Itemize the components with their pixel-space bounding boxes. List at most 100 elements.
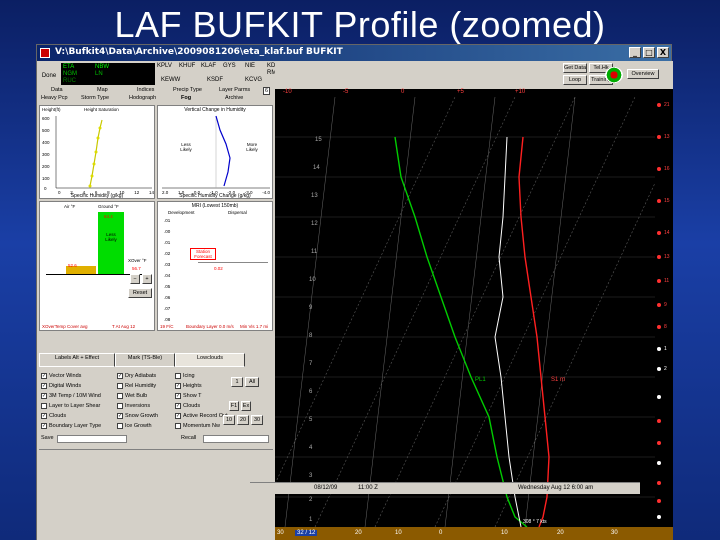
checkbox[interactable]: ✓ [117, 413, 123, 419]
checkbox[interactable]: ✓ [117, 373, 123, 379]
recall-slots[interactable] [203, 435, 269, 443]
station-keww[interactable]: KEWW [161, 77, 180, 83]
checkbox[interactable]: ✓ [41, 383, 47, 389]
cb-rel-humidity[interactable]: Rel Humidity [117, 383, 156, 389]
station-khuf[interactable]: KHUF [179, 63, 195, 69]
btn-ex[interactable]: Ex [241, 401, 251, 411]
btn-all[interactable]: All [245, 377, 259, 387]
mixing-center-line [198, 262, 268, 263]
station-kcvg[interactable]: KCVG [245, 77, 262, 83]
save-slots[interactable] [57, 435, 127, 443]
checkbox[interactable]: ✓ [41, 373, 47, 379]
checkbox[interactable]: ✓ [175, 403, 181, 409]
menu-precip-type[interactable]: Precip Type [173, 87, 202, 93]
checkbox[interactable]: ✓ [41, 413, 47, 419]
cb-3m-temp[interactable]: ✓ 3M Temp / 10M Wind [41, 393, 101, 399]
page-number[interactable]: 6 [263, 87, 271, 95]
cb-label: Rel Humidity [125, 383, 157, 389]
cb-momentum[interactable]: Momentum Nw [175, 423, 220, 429]
cb-heights[interactable]: ✓ Heights [175, 383, 202, 389]
xover-label: XOver °F [128, 258, 147, 263]
cb-layer-shear[interactable]: Layer to Layer Shear [41, 403, 100, 409]
station-kplv[interactable]: KPLV [157, 63, 172, 69]
tab-lowclouds[interactable]: Lowclouds [175, 353, 245, 367]
btn-10[interactable]: 10 [223, 415, 235, 425]
humidity-plot [55, 116, 152, 189]
checkbox[interactable]: ✓ [175, 383, 181, 389]
cb-clouds-2[interactable]: ✓ Clouds [175, 403, 200, 409]
frame-counter[interactable]: 32 / 12 [295, 530, 318, 536]
temp-label: -5 [343, 89, 349, 95]
tab-mark[interactable]: Mark (TS-Ble) [115, 353, 175, 367]
cb-show-t[interactable]: ✓ Show T [175, 393, 202, 399]
station-ksdf[interactable]: KSDF [207, 77, 223, 83]
skewt-diagram[interactable]: 15 14 13 12 11 10 9 8 7 6 5 4 3 2 1 PL1 … [275, 97, 655, 527]
model-list[interactable]: ETA NBW NGM LN RUC [61, 63, 155, 85]
cb-active-record[interactable]: ✓ Active Record Out [175, 413, 228, 419]
maximize-button[interactable]: □ [643, 47, 655, 58]
checkbox[interactable] [41, 403, 47, 409]
checkbox[interactable] [175, 373, 181, 379]
wind-markers [657, 103, 661, 519]
cb-label: Active Record Out [183, 413, 228, 419]
wind-speed: 16 [664, 166, 670, 172]
bottom-tick: 20 [557, 530, 564, 536]
tab-labels[interactable]: Labels Alt + Effect [39, 353, 115, 367]
station-nie[interactable]: NIE [245, 63, 255, 69]
checkbox[interactable] [117, 423, 123, 429]
menu-hodograph[interactable]: Hodograph [129, 95, 156, 101]
model-eta[interactable]: ETA [63, 64, 74, 70]
xover-increase-button[interactable]: + [142, 274, 152, 284]
model-ngm[interactable]: NGM [63, 71, 77, 77]
nws-logo-icon [605, 67, 623, 83]
checkbox[interactable] [117, 393, 123, 399]
cb-icing[interactable]: Icing [175, 373, 195, 379]
btn-20[interactable]: 20 [237, 415, 249, 425]
menu-indices[interactable]: Indices [137, 87, 154, 93]
xover-decrease-button[interactable]: − [130, 274, 140, 284]
ground-temp-value: 64.4 [104, 214, 113, 219]
window-titlebar: V:\Bufkit4\Data\Archive\2009081206\eta_k… [37, 45, 671, 61]
cb-inversions[interactable]: Inversions [117, 403, 150, 409]
menu-storm-type[interactable]: Storm Type [81, 95, 109, 101]
menu-archive[interactable]: Archive [225, 95, 243, 101]
checkbox[interactable]: ✓ [175, 413, 181, 419]
menu-fog[interactable]: Fog [181, 95, 191, 101]
checkbox[interactable] [117, 403, 123, 409]
checkbox[interactable] [117, 383, 123, 389]
cb-dry-adiabats[interactable]: ✓ Dry Adiabats [117, 373, 156, 379]
cb-snow-growth[interactable]: ✓ Snow Growth [117, 413, 158, 419]
menu-data[interactable]: Data [51, 87, 63, 93]
cb-wet-bulb[interactable]: Wet Bulb [117, 393, 147, 399]
checkbox[interactable]: ✓ [175, 393, 181, 399]
btn-f1[interactable]: F1 [229, 401, 239, 411]
cb-ice-growth[interactable]: Ice Growth [117, 423, 152, 429]
btn-1[interactable]: 1 [231, 377, 243, 387]
close-button[interactable]: X [657, 47, 669, 58]
bottom-tick: 30 [611, 530, 618, 536]
station-klaf[interactable]: KLAF [201, 63, 216, 69]
cb-vector-winds[interactable]: ✓ Vector Winds [41, 373, 81, 379]
cb-boundary-layer[interactable]: ✓ Boundary Layer Type [41, 423, 101, 429]
checkbox[interactable]: ✓ [41, 393, 47, 399]
cb-digital-winds[interactable]: ✓ Digital Winds [41, 383, 81, 389]
checkbox[interactable] [175, 423, 181, 429]
overview-button[interactable]: Overview [627, 69, 659, 79]
station-gys[interactable]: GYS [223, 63, 236, 69]
menu-heavy-pcp[interactable]: Heavy Pcp [41, 95, 68, 101]
model-ngm-tag: LN [95, 71, 103, 77]
menu-map[interactable]: Map [97, 87, 108, 93]
model-ruc[interactable]: RUC [63, 78, 76, 84]
btn-30[interactable]: 30 [251, 415, 263, 425]
cb-label: Vector Winds [49, 373, 82, 379]
checkbox[interactable]: ✓ [41, 423, 47, 429]
cb-label: Heights [183, 383, 202, 389]
height-label: 15 [315, 137, 322, 143]
menu-layer-parms[interactable]: Layer Parms [219, 87, 250, 93]
wind-speed: 8 [664, 324, 667, 330]
cb-clouds-1[interactable]: ✓ Clouds [41, 413, 66, 419]
get-data-button[interactable]: Get Data [563, 63, 587, 73]
reset-button[interactable]: Reset [128, 288, 152, 298]
minimize-button[interactable]: _ [629, 47, 641, 58]
loop-button[interactable]: Loop [563, 75, 587, 85]
